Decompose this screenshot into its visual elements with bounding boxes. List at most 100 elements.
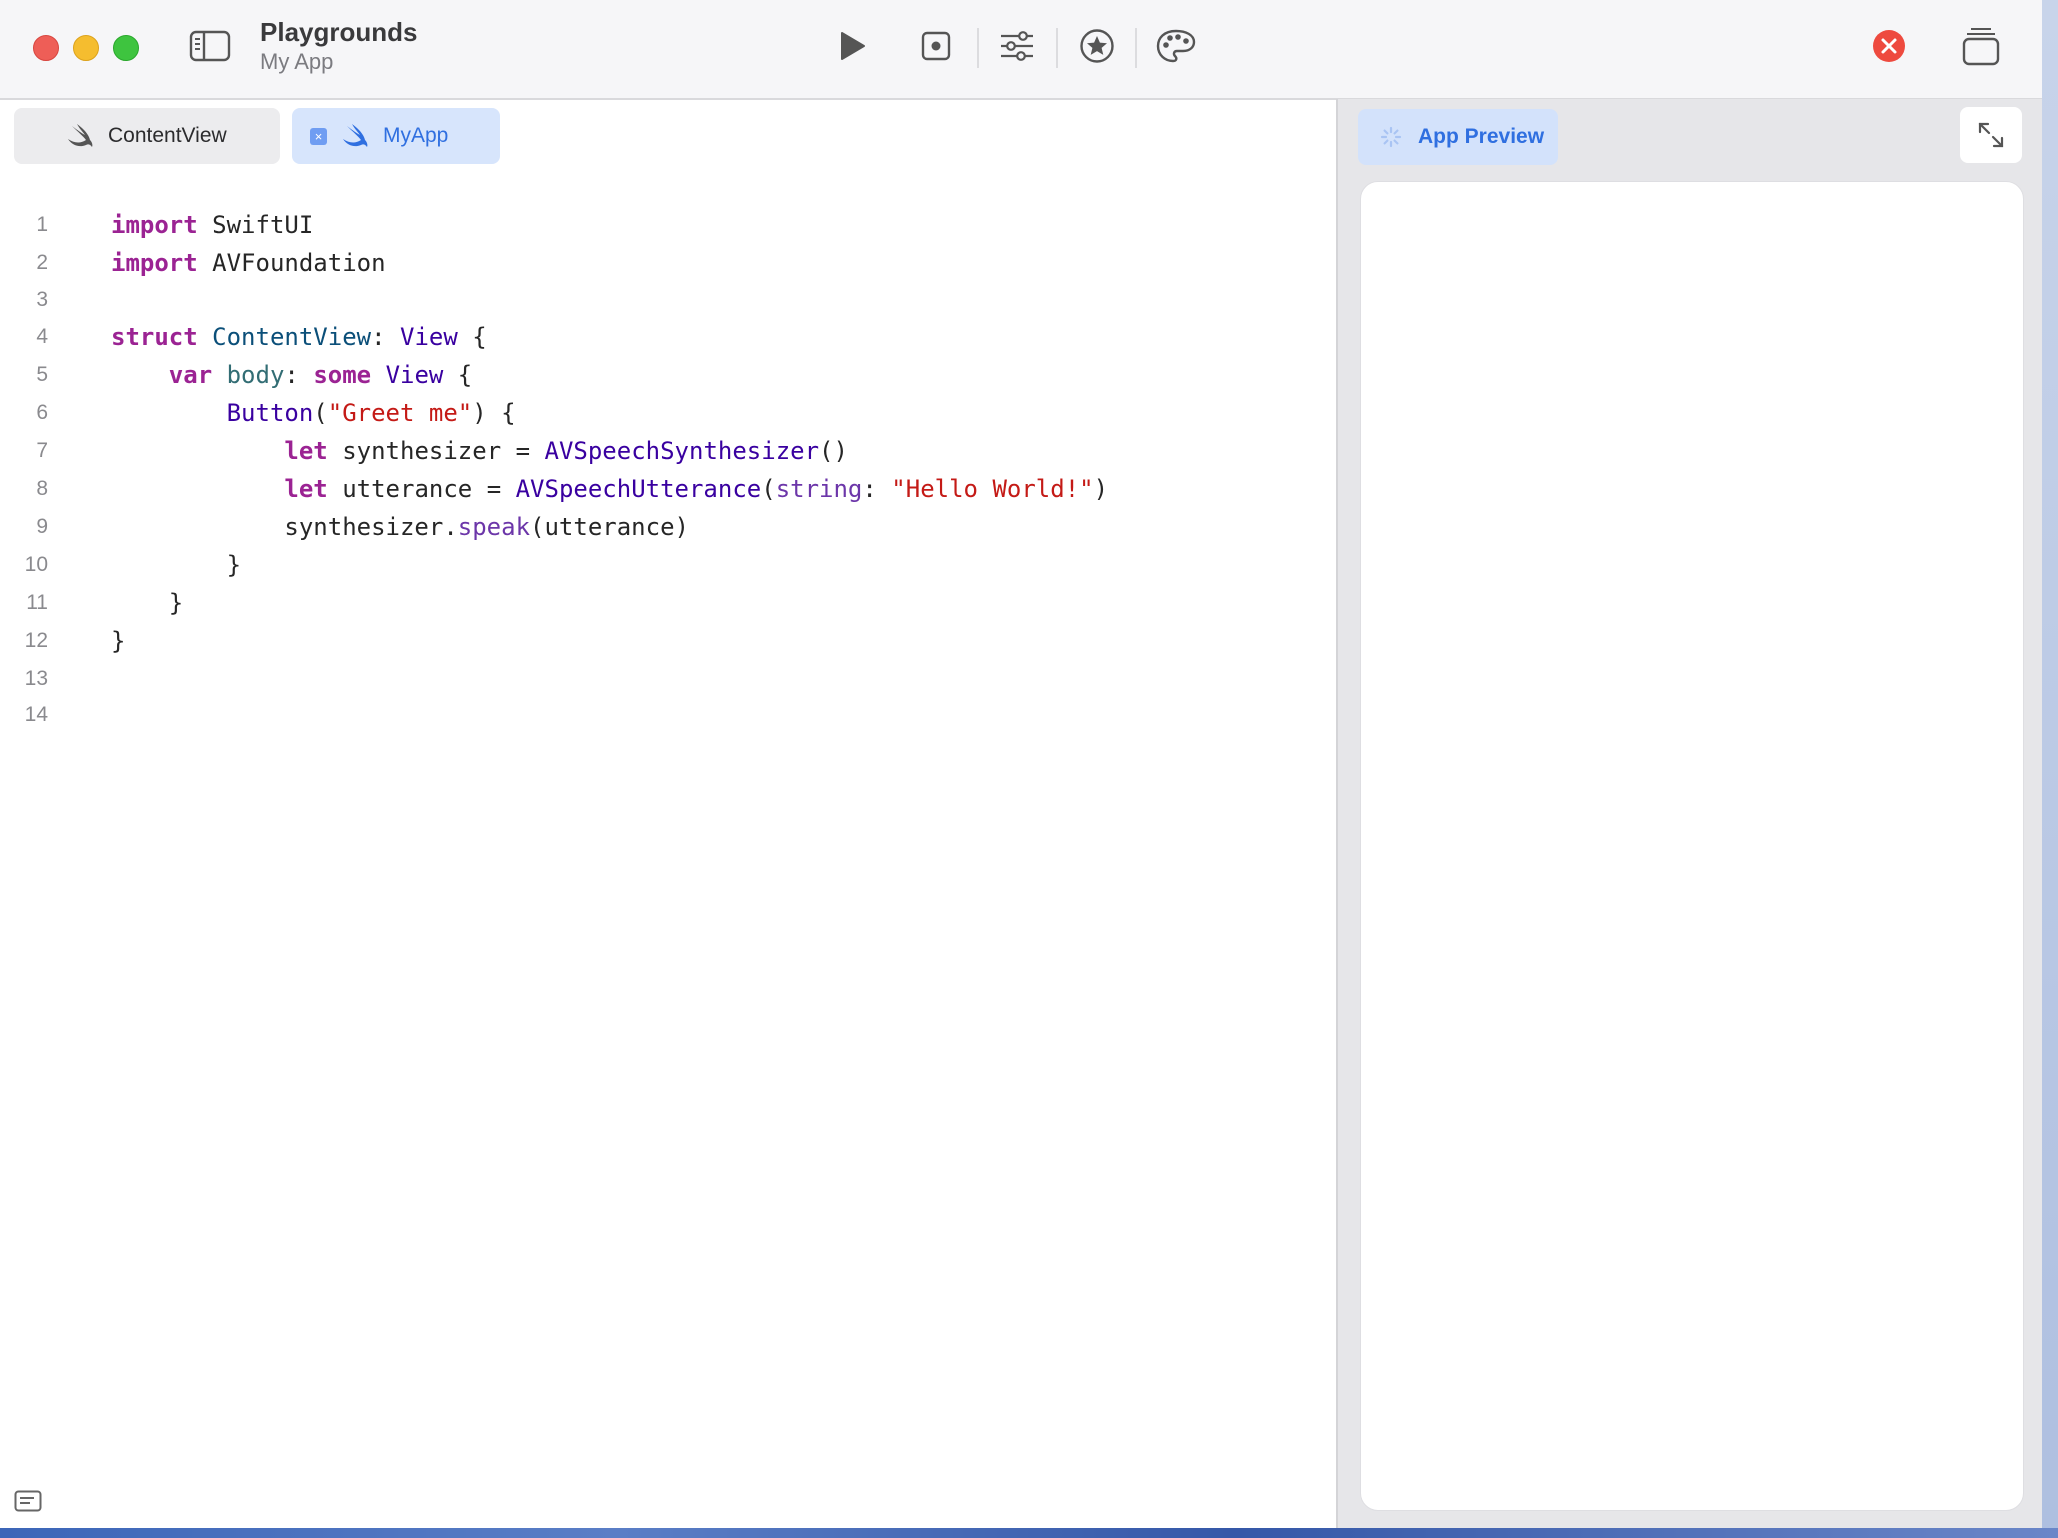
code-token: )	[1093, 475, 1109, 503]
code-token: import	[111, 211, 198, 239]
toolbar-separator	[1135, 28, 1137, 68]
code-text: synthesizer.speak(utterance)	[111, 508, 689, 546]
code-token: ) {	[472, 399, 516, 427]
code-token: View	[400, 323, 458, 351]
code-token: AVSpeechUtterance	[515, 475, 762, 503]
window-zoom-button[interactable]	[113, 35, 139, 61]
code-token: {	[457, 323, 487, 351]
code-line[interactable]: 13	[0, 660, 1336, 698]
code-line[interactable]: 6 Button("Greet me") {	[0, 394, 1336, 432]
code-token: AVFoundation	[197, 249, 386, 277]
code-token: ContentView	[212, 323, 372, 351]
line-number: 14	[24, 703, 48, 726]
window-minimize-button[interactable]	[73, 35, 99, 61]
title-block: Playgrounds My App	[260, 16, 417, 76]
run-button[interactable]	[830, 24, 874, 68]
code-text: import SwiftUI	[111, 206, 313, 244]
line-number: 4	[36, 325, 48, 348]
app-preview-canvas[interactable]	[1360, 181, 2024, 1511]
code-line[interactable]: 5 var body: some View {	[0, 356, 1336, 394]
line-number: 7	[36, 439, 48, 462]
code-token: SwiftUI	[197, 211, 314, 239]
expand-preview-button[interactable]	[1960, 107, 2022, 163]
code-token: Button	[226, 399, 314, 427]
code-text: }	[111, 584, 183, 622]
toolbar-separator	[1056, 28, 1058, 68]
desktop-background	[2042, 0, 2058, 1538]
expand-icon	[1978, 122, 2004, 148]
code-token: }	[111, 551, 242, 579]
tab-contentview[interactable]: ContentView	[14, 108, 280, 164]
code-line[interactable]: 7 let synthesizer = AVSpeechSynthesizer(…	[0, 432, 1336, 470]
settings-button[interactable]	[995, 24, 1039, 68]
error-icon	[1873, 30, 1905, 62]
line-number: 12	[24, 629, 48, 652]
stop-icon	[921, 31, 951, 61]
swift-icon	[66, 123, 94, 149]
tab-app-preview[interactable]: App Preview	[1358, 109, 1558, 165]
palette-icon	[1156, 29, 1196, 63]
code-token: synthesizer.	[111, 513, 458, 541]
title-bar: Playgrounds My App	[0, 0, 2042, 100]
code-token: :	[862, 475, 892, 503]
code-line[interactable]: 8 let utterance = AVSpeechUtterance(stri…	[0, 470, 1336, 508]
code-token: struct	[111, 323, 198, 351]
code-line[interactable]: 10 }	[0, 546, 1336, 584]
code-text: let synthesizer = AVSpeechSynthesizer()	[111, 432, 848, 470]
appearance-button[interactable]	[1153, 24, 1199, 68]
code-line[interactable]: 11 }	[0, 584, 1336, 622]
code-token: body	[226, 361, 285, 389]
console-toggle-button[interactable]	[14, 1490, 42, 1517]
app-subtitle: My App	[260, 49, 334, 74]
code-token: (utterance)	[530, 513, 689, 541]
code-line[interactable]: 3	[0, 281, 1336, 319]
code-line[interactable]: 14	[0, 696, 1336, 734]
windows-button[interactable]	[1960, 24, 2002, 68]
code-line[interactable]: 12}	[0, 622, 1336, 660]
toolbar-separator	[977, 28, 979, 68]
line-number: 8	[36, 477, 48, 500]
code-line[interactable]: 4 struct ContentView: View {	[0, 318, 1336, 356]
code-text: var body: some View {	[111, 356, 472, 394]
stop-button[interactable]	[914, 24, 958, 68]
code-token: synthesizer =	[327, 437, 545, 465]
code-line[interactable]: 1 import SwiftUI	[0, 206, 1336, 244]
code-line[interactable]: 2 import AVFoundation	[0, 244, 1336, 282]
code-token: some	[313, 361, 372, 389]
line-number: 13	[24, 667, 48, 690]
play-icon	[841, 32, 865, 60]
preview-pane: App Preview	[1336, 99, 2042, 1528]
tab-close-button[interactable]: ×	[310, 127, 327, 145]
code-token: import	[111, 249, 198, 277]
code-token: let	[284, 475, 328, 503]
code-token: }	[111, 589, 184, 617]
code-text: Button("Greet me") {	[111, 394, 516, 432]
code-token: (	[761, 475, 776, 503]
code-text: }	[111, 546, 241, 584]
code-line[interactable]: 9 synthesizer.speak(utterance)	[0, 508, 1336, 546]
sidebar-toggle-button[interactable]	[186, 26, 234, 66]
line-number: 1	[36, 213, 48, 236]
console-icon	[14, 1490, 42, 1512]
window-close-button[interactable]	[33, 35, 59, 61]
sidebar-icon	[189, 30, 231, 62]
code-token: "Greet me"	[327, 399, 473, 427]
favorite-button[interactable]	[1075, 24, 1119, 68]
error-indicator-button[interactable]	[1871, 28, 1907, 64]
code-token: string	[775, 475, 863, 503]
code-token: }	[111, 627, 126, 655]
loading-spinner-icon	[1380, 126, 1402, 148]
window-stack-icon	[1962, 28, 2000, 66]
code-token: var	[168, 361, 213, 389]
tab-label: MyApp	[383, 124, 449, 147]
playgrounds-window: Playgrounds My App ContentView × MyApp 1…	[0, 0, 2042, 1528]
tab-label: ContentView	[108, 124, 227, 147]
code-token: utterance =	[327, 475, 516, 503]
tab-myapp[interactable]: × MyApp	[292, 108, 500, 164]
